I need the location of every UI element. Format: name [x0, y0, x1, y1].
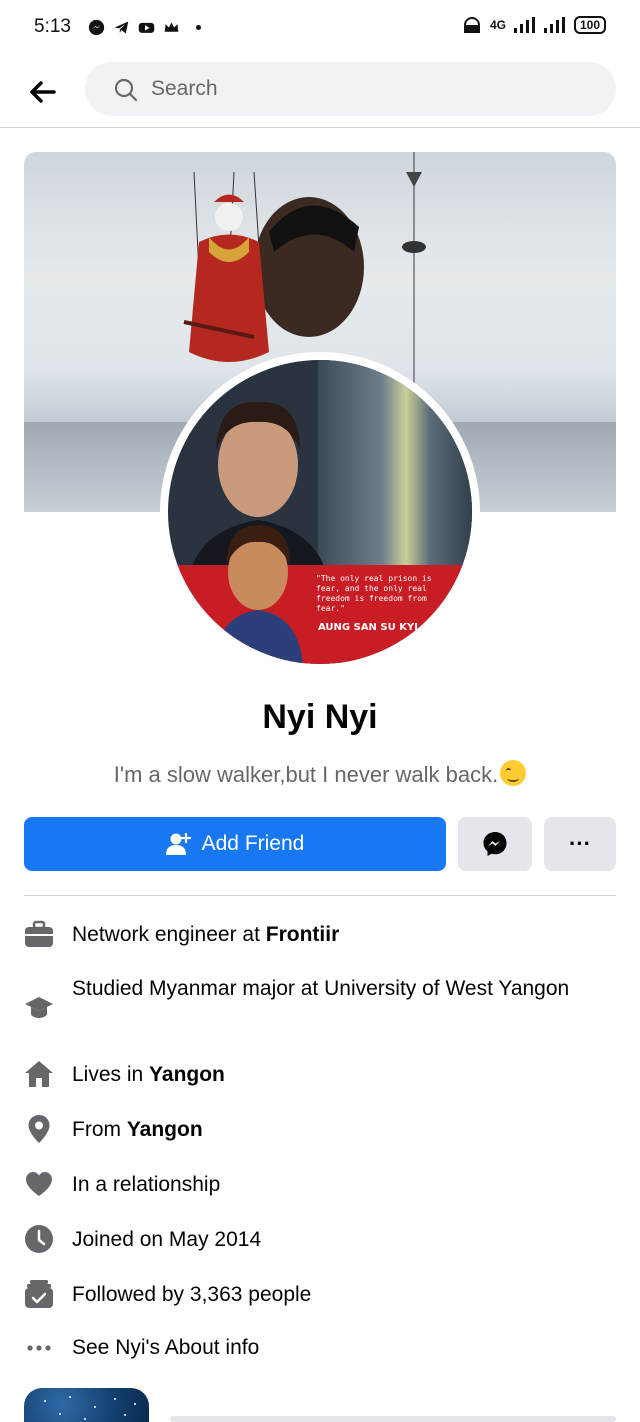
telegram-icon	[114, 21, 129, 34]
detail-work: Network engineer at Frontiir	[24, 918, 616, 952]
detail-text: Followed by 3,363 people	[72, 1283, 312, 1306]
avatar-server-rack	[318, 360, 472, 590]
notification-icons	[88, 19, 201, 36]
avatar-quote: "The only real prison is fear, and the o…	[316, 574, 432, 613]
more-dots-icon	[27, 1345, 51, 1351]
status-bar: 5:13 4G 100	[0, 0, 640, 56]
detail-text: Lives in Yangon	[72, 1063, 225, 1086]
detail-from: From Yangon	[24, 1113, 616, 1147]
location-pin-icon	[28, 1115, 50, 1143]
signal-icon-2	[543, 17, 565, 33]
youtube-icon	[138, 22, 155, 33]
top-bar	[0, 56, 640, 128]
heart-icon	[26, 1172, 52, 1196]
profile-bio: I'm a slow walker,but I never walk back.	[0, 760, 640, 788]
vpn-icon	[463, 17, 480, 33]
signal-icon	[513, 17, 535, 33]
messenger-icon	[88, 19, 105, 36]
more-notifications-dot	[196, 25, 201, 30]
avatar-caption: AUNG SAN SU KYI	[318, 622, 418, 633]
detail-text: Network engineer at Frontiir	[72, 923, 340, 946]
message-button[interactable]	[458, 817, 532, 871]
detail-education: Studied Myanmar major at University of W…	[24, 972, 616, 1022]
profile-tabs-edge	[170, 1416, 616, 1422]
avatar-portrait	[213, 525, 303, 664]
home-icon	[25, 1061, 53, 1087]
profile-avatar[interactable]: "The only real prison is fear, and the o…	[160, 352, 480, 672]
briefcase-icon	[25, 920, 53, 947]
detail-followers: Followed by 3,363 people	[24, 1278, 616, 1312]
clock-icon	[25, 1225, 53, 1253]
add-friend-label: Add Friend	[201, 832, 305, 855]
crown-icon	[164, 22, 179, 32]
graduation-cap-icon	[25, 997, 53, 1018]
detail-relationship: In a relationship	[24, 1168, 616, 1202]
search-icon	[114, 78, 138, 102]
more-options-button[interactable]: ···	[544, 817, 616, 871]
detail-lives-in: Lives in Yangon	[24, 1058, 616, 1092]
wink-emoji-icon	[500, 760, 527, 786]
followers-icon	[25, 1280, 53, 1308]
status-time: 5:13	[34, 16, 71, 37]
avatar-image: "The only real prison is fear, and the o…	[168, 360, 472, 664]
back-arrow-icon[interactable]	[24, 74, 60, 110]
profile-name: Nyi Nyi	[262, 698, 378, 736]
detail-text: See Nyi's About info	[72, 1336, 260, 1359]
system-indicators: 4G 100	[462, 16, 606, 34]
search-input[interactable]	[151, 62, 591, 116]
see-about-info-link[interactable]: See Nyi's About info	[24, 1331, 616, 1365]
detail-text: Studied Myanmar major at University of W…	[72, 977, 570, 1000]
detail-joined: Joined on May 2014	[24, 1223, 616, 1257]
section-divider	[24, 895, 616, 896]
network-type: 4G	[489, 18, 506, 32]
bio-text: I'm a slow walker,but I never walk back.	[113, 762, 499, 787]
detail-text: In a relationship	[72, 1173, 221, 1196]
detail-text: Joined on May 2014	[72, 1228, 262, 1251]
search-bar[interactable]	[85, 62, 616, 116]
battery-indicator: 100	[573, 16, 606, 34]
detail-text: From Yangon	[72, 1118, 203, 1141]
more-options-icon: ···	[569, 831, 591, 856]
featured-photo-thumbnail[interactable]	[24, 1388, 149, 1422]
messenger-icon	[483, 832, 507, 856]
add-friend-button[interactable]: Add Friend	[24, 817, 446, 871]
add-friend-icon	[165, 832, 191, 855]
